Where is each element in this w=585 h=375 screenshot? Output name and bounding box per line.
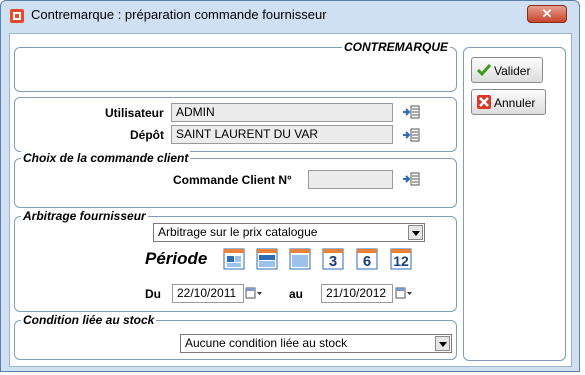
periode-label: Période xyxy=(145,249,208,268)
commande-client-group: Choix de la commande client Commande Cli… xyxy=(14,151,457,208)
cancel-icon xyxy=(477,95,491,109)
au-date-field[interactable]: 21/10/2012 xyxy=(321,284,393,303)
calendar-week-icon[interactable] xyxy=(256,248,278,270)
dialog-window: Contremarque : préparation commande four… xyxy=(0,0,580,372)
window-app-icon xyxy=(10,9,24,23)
commande-client-legend: Choix de la commande client xyxy=(21,151,191,165)
check-icon xyxy=(476,64,492,77)
utilisateur-field: ADMIN xyxy=(171,103,393,122)
depot-field: SAINT LAURENT DU VAR xyxy=(171,125,393,144)
dialog-body: CONTREMARQUE Utilisateur ADMIN Dépôt SAI… xyxy=(9,33,572,367)
calendar-month-icon[interactable] xyxy=(289,248,311,270)
stock-group: Condition liée au stock Aucune condition… xyxy=(14,313,457,360)
valider-label: Valider xyxy=(494,64,531,78)
calendar-day-icon[interactable] xyxy=(223,248,245,270)
stock-select[interactable]: Aucune condition liée au stock xyxy=(180,334,452,353)
chevron-down-icon xyxy=(435,336,450,351)
du-label: Du xyxy=(145,287,161,301)
contremarque-group: CONTREMARQUE xyxy=(14,40,457,92)
utilisateur-label: Utilisateur xyxy=(105,106,164,120)
calendar-6-months-button[interactable]: 6 xyxy=(356,248,378,270)
valider-button[interactable]: Valider xyxy=(471,57,543,83)
calendar-12-months-button[interactable]: 12 xyxy=(390,248,412,270)
arbitrage-select-value: Arbitrage sur le prix catalogue xyxy=(158,225,318,239)
du-date-field[interactable]: 22/10/2011 xyxy=(172,284,244,303)
calendar-3-months-button[interactable]: 3 xyxy=(322,248,344,270)
utilisateur-lookup-icon[interactable] xyxy=(402,105,420,119)
window-title: Contremarque : préparation commande four… xyxy=(31,7,327,22)
user-group: Utilisateur ADMIN Dépôt SAINT LAURENT DU… xyxy=(14,97,457,152)
depot-label: Dépôt xyxy=(130,128,164,142)
chevron-down-icon xyxy=(408,225,423,240)
close-icon: ✕ xyxy=(541,6,553,21)
au-label: au xyxy=(289,287,304,301)
period-6-label: 6 xyxy=(362,253,372,270)
commande-client-lookup-icon[interactable] xyxy=(402,172,420,186)
commande-client-field[interactable] xyxy=(308,170,393,189)
close-button[interactable]: ✕ xyxy=(527,5,567,23)
commande-client-label: Commande Client N° xyxy=(173,173,292,187)
stock-select-value: Aucune condition liée au stock xyxy=(185,336,348,350)
arbitrage-select[interactable]: Arbitrage sur le prix catalogue xyxy=(153,223,425,242)
au-date-picker-icon[interactable] xyxy=(395,287,413,301)
action-panel: Valider Annuler xyxy=(463,47,566,361)
title-bar: Contremarque : préparation commande four… xyxy=(1,1,579,29)
stock-legend: Condition liée au stock xyxy=(21,313,157,327)
annuler-button[interactable]: Annuler xyxy=(471,89,546,115)
period-12-label: 12 xyxy=(393,253,409,269)
contremarque-legend: CONTREMARQUE xyxy=(342,40,450,54)
du-date-picker-icon[interactable] xyxy=(245,287,263,301)
annuler-label: Annuler xyxy=(494,96,536,110)
arbitrage-group: Arbitrage fournisseur Arbitrage sur le p… xyxy=(14,209,457,312)
period-3-label: 3 xyxy=(328,253,338,270)
depot-lookup-icon[interactable] xyxy=(402,128,420,142)
arbitrage-legend: Arbitrage fournisseur xyxy=(21,209,148,223)
